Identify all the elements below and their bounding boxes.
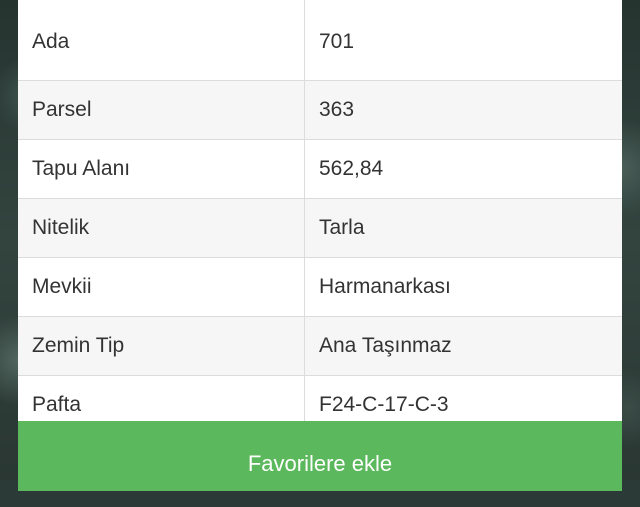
table-row: Nitelik Tarla	[18, 198, 622, 258]
table-row: Parsel 363	[18, 80, 622, 140]
row-value-zemin-tip: Ana Taşınmaz	[304, 316, 622, 376]
row-label-mevkii: Mevkii	[18, 257, 305, 317]
table-row: Zemin Tip Ana Taşınmaz	[18, 316, 622, 376]
row-value-parsel: 363	[304, 80, 622, 140]
row-value-tapu-alani: 562,84	[304, 139, 622, 199]
row-value-mevkii: Harmanarkası	[304, 257, 622, 317]
row-value-nitelik: Tarla	[304, 198, 622, 258]
parcel-details-table: Ada 701 Parsel 363 Tapu Alanı 562,84 Nit…	[18, 0, 622, 435]
parcel-details-panel: Ada 701 Parsel 363 Tapu Alanı 562,84 Nit…	[18, 0, 622, 435]
table-row: Ada 701	[18, 0, 622, 81]
table-row: Tapu Alanı 562,84	[18, 139, 622, 199]
add-to-favorites-button[interactable]: Favorilere ekle	[18, 421, 622, 491]
row-label-tapu-alani: Tapu Alanı	[18, 139, 305, 199]
row-label-zemin-tip: Zemin Tip	[18, 316, 305, 376]
row-label-nitelik: Nitelik	[18, 198, 305, 258]
row-label-ada: Ada	[18, 0, 305, 81]
table-row: Mevkii Harmanarkası	[18, 257, 622, 317]
row-label-parsel: Parsel	[18, 80, 305, 140]
row-value-ada: 701	[304, 0, 622, 81]
